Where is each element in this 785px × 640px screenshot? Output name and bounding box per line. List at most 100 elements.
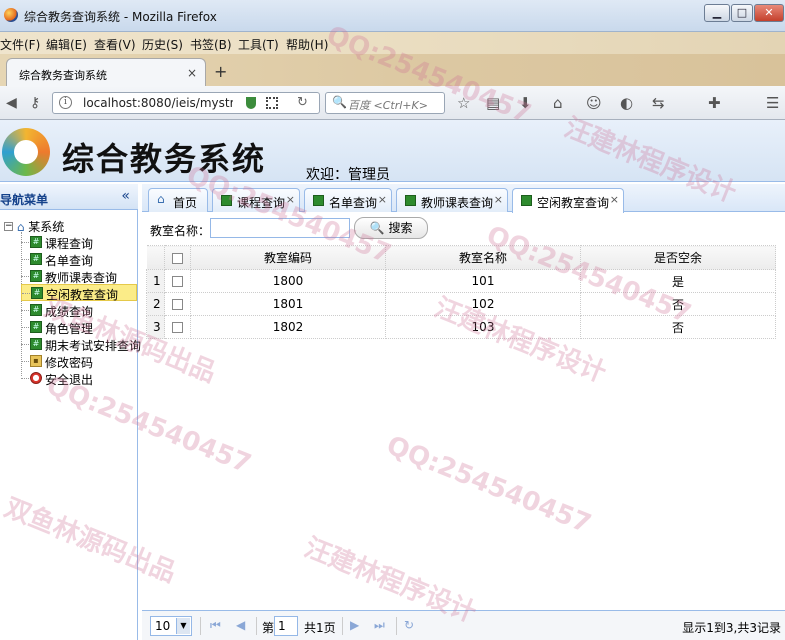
next-page-icon[interactable]: ▶: [350, 618, 359, 632]
back-icon[interactable]: ◀: [6, 95, 17, 111]
nav-item-free-classroom[interactable]: # 空闲教室查询: [21, 284, 137, 302]
new-tab-button[interactable]: +: [214, 62, 227, 81]
shield-icon[interactable]: [246, 97, 256, 109]
reading-list-icon[interactable]: ▤: [486, 94, 500, 112]
search-button[interactable]: 🔍 搜索: [354, 217, 428, 239]
nav-item-grade-query[interactable]: # 成绩查询: [21, 302, 137, 319]
page-number-input[interactable]: 1: [274, 616, 298, 636]
nav-item-course-query[interactable]: # 课程查询: [21, 234, 137, 251]
menu-tools[interactable]: 工具(T): [238, 36, 279, 53]
hamburger-menu-icon[interactable]: ☰: [766, 94, 779, 112]
menu-help[interactable]: 帮助(H): [286, 36, 328, 53]
chevron-down-icon[interactable]: ▼: [176, 618, 190, 634]
prev-page-icon[interactable]: ◀: [236, 618, 245, 632]
nav-item-label: 安全退出: [45, 373, 94, 387]
close-tab-icon[interactable]: ×: [378, 193, 387, 206]
menu-file[interactable]: 文件(F): [0, 36, 40, 53]
tab-label: 空闲教室查询: [537, 196, 610, 210]
search-placeholder: 百度 <Ctrl+K>: [348, 99, 428, 112]
browser-tab[interactable]: 综合教务查询系统 ×: [6, 58, 206, 86]
reload-icon[interactable]: ↻: [297, 95, 308, 110]
nav-item-change-password[interactable]: ▪ 修改密码: [21, 353, 137, 370]
search-engine-icon[interactable]: 🔍: [332, 95, 347, 109]
table-header-row: 教室编码 教室名称 是否空余: [146, 245, 776, 270]
grid-icon: [521, 195, 532, 206]
info-icon[interactable]: i: [59, 96, 72, 109]
nav-item-logout[interactable]: ● 安全退出: [21, 370, 137, 387]
close-tab-icon[interactable]: ×: [610, 193, 619, 206]
pocket-icon[interactable]: ◐: [620, 94, 633, 112]
sync-icon[interactable]: ⇆: [652, 94, 665, 112]
grid-icon: #: [30, 338, 42, 350]
cell-code: 1802: [190, 315, 386, 339]
qr-code-icon[interactable]: [266, 97, 278, 109]
row-checkbox[interactable]: [172, 276, 183, 287]
tree-root[interactable]: − ⌂ 某系统: [4, 218, 64, 234]
menu-history[interactable]: 历史(S): [142, 36, 183, 53]
tab-teacher-schedule[interactable]: 教师课表查询 ×: [396, 188, 508, 212]
menu-edit[interactable]: 编辑(E): [46, 36, 87, 53]
cell-free: 否: [580, 292, 776, 316]
first-page-icon[interactable]: ⏮: [210, 618, 221, 633]
table-row[interactable]: 2 1801 102 否: [146, 292, 776, 316]
tab-home[interactable]: ⌂ 首页: [148, 188, 208, 212]
cell-name: 102: [385, 292, 581, 316]
key-icon[interactable]: ⚷: [30, 95, 40, 111]
lock-icon: ▪: [30, 355, 42, 367]
row-checkbox[interactable]: [172, 322, 183, 333]
home-icon[interactable]: ⌂: [553, 94, 563, 112]
address-bar[interactable]: i localhost:8080/ieis/mystru ↻: [52, 92, 320, 114]
nav-panel: 导航菜单 « − ⌂ 某系统 # 课程查询 # 名单查询 # 教师课表查询 # …: [0, 184, 141, 640]
checkbox-icon[interactable]: [172, 252, 183, 264]
cell-name: 101: [385, 269, 581, 293]
app-logo-icon: [2, 128, 50, 176]
download-icon[interactable]: ⬇: [519, 94, 532, 112]
grid-icon: [405, 195, 416, 206]
minimize-button[interactable]: ▁: [704, 4, 730, 22]
column-header-free[interactable]: 是否空余: [580, 245, 776, 270]
grid-icon: #: [30, 270, 42, 282]
nav-item-roster-query[interactable]: # 名单查询: [21, 251, 137, 268]
url-text[interactable]: localhost:8080/ieis/mystru: [83, 96, 233, 110]
nav-panel-header: 导航菜单 «: [0, 184, 138, 210]
nav-item-exam-schedule[interactable]: # 期末考试安排查询: [21, 336, 141, 353]
nav-item-label: 角色管理: [45, 322, 94, 336]
cell-free: 是: [580, 269, 776, 293]
tab-free-classroom[interactable]: 空闲教室查询 ×: [512, 188, 624, 213]
nav-item-label: 课程查询: [45, 237, 94, 251]
search-bar[interactable]: 🔍 百度 <Ctrl+K>: [325, 92, 445, 114]
nav-item-label: 空闲教室查询: [46, 288, 119, 302]
column-header-name[interactable]: 教室名称: [385, 245, 581, 270]
cell-code: 1801: [190, 292, 386, 316]
addon-icon[interactable]: ✚: [708, 94, 721, 112]
menu-bookmarks[interactable]: 书签(B): [190, 36, 232, 53]
close-tab-icon[interactable]: ×: [286, 193, 295, 206]
search-icon: 🔍: [369, 221, 385, 235]
nav-item-label: 成绩查询: [45, 305, 94, 319]
expand-toggle-icon[interactable]: −: [4, 222, 13, 231]
tab-roster-query[interactable]: 名单查询 ×: [304, 188, 392, 212]
page-size-select[interactable]: 10 ▼: [150, 616, 192, 636]
row-checkbox[interactable]: [172, 299, 183, 310]
nav-item-label: 名单查询: [45, 254, 94, 268]
close-tab-icon[interactable]: ×: [494, 193, 503, 206]
table-row[interactable]: 1 1800 101 是: [146, 269, 776, 293]
refresh-icon[interactable]: ↻: [404, 618, 414, 632]
tab-course-query[interactable]: 课程查询 ×: [212, 188, 300, 212]
nav-item-teacher-schedule[interactable]: # 教师课表查询: [21, 268, 137, 285]
column-header-code[interactable]: 教室编码: [190, 245, 386, 270]
emoji-icon[interactable]: ☺: [586, 94, 602, 112]
grid-icon: [313, 195, 324, 206]
table-row[interactable]: 3 1802 103 否: [146, 315, 776, 339]
maximize-button[interactable]: □: [731, 4, 753, 22]
nav-item-role-management[interactable]: # 角色管理: [21, 319, 137, 336]
menu-view[interactable]: 查看(V): [94, 36, 136, 53]
close-window-button[interactable]: ✕: [754, 4, 784, 22]
last-page-icon[interactable]: ⏭: [374, 618, 385, 633]
classroom-name-input[interactable]: [210, 218, 350, 238]
close-tab-icon[interactable]: ×: [187, 66, 197, 80]
select-all-checkbox[interactable]: [164, 245, 191, 270]
pagination-bar: 10 ▼ ⏮ ◀ 第 1 共1页 ▶ ⏭ ↻ 显示1到3,共3记录: [142, 610, 785, 640]
collapse-icon[interactable]: «: [121, 188, 130, 204]
bookmark-star-icon[interactable]: ☆: [457, 94, 470, 112]
